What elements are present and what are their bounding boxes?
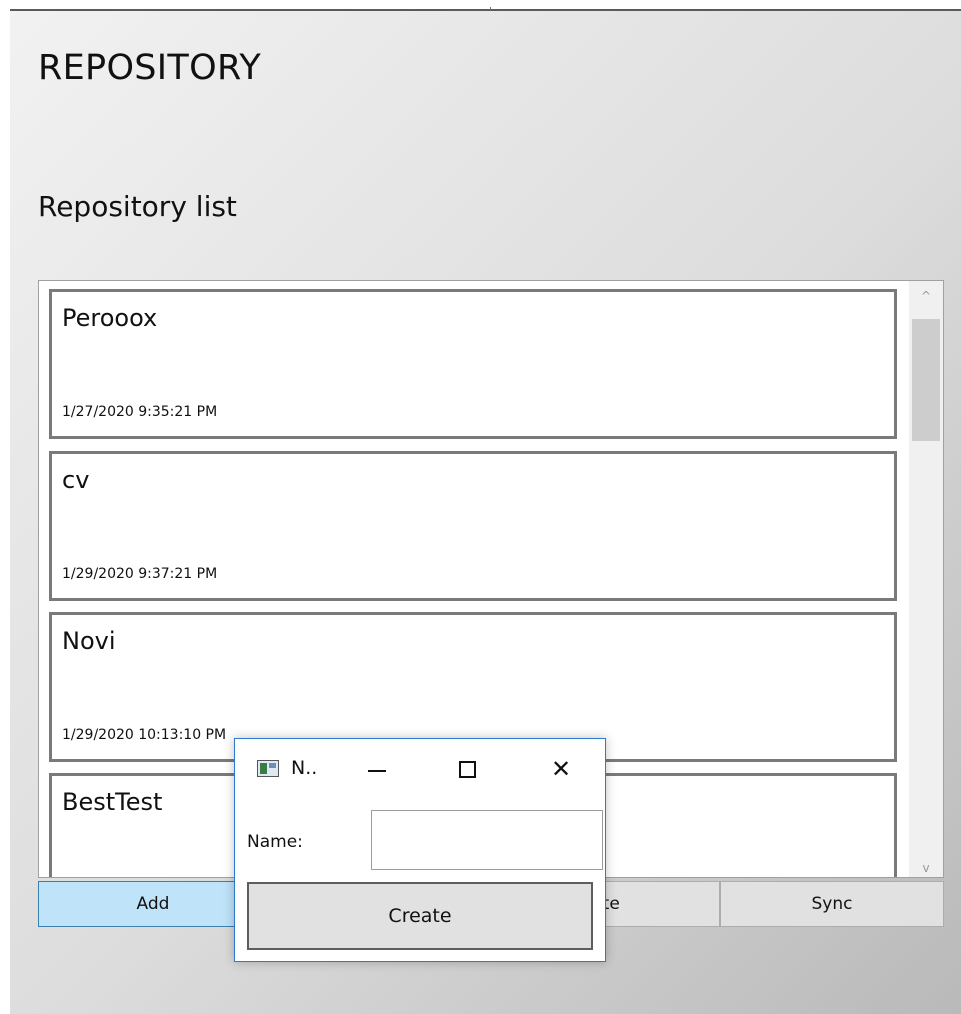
minimize-button[interactable] [355, 749, 399, 789]
app-window-icon [257, 760, 279, 777]
repository-name: Perooox [62, 304, 158, 332]
dialog-titlebar[interactable]: N.. ✕ [235, 739, 605, 799]
create-button[interactable]: Create [247, 882, 593, 950]
repository-item[interactable]: cv 1/29/2020 9:37:21 PM [49, 451, 897, 601]
minimize-icon [368, 770, 386, 772]
scroll-down-arrow-icon[interactable]: v [909, 861, 943, 875]
repository-date: 1/29/2020 10:13:10 PM [62, 727, 227, 743]
maximize-button[interactable] [445, 749, 489, 789]
section-title: Repository list [38, 190, 237, 223]
repository-date: 1/27/2020 9:35:21 PM [62, 404, 218, 420]
repository-item[interactable]: Perooox 1/27/2020 9:35:21 PM [49, 289, 897, 439]
close-button[interactable]: ✕ [539, 749, 583, 789]
page-title: REPOSITORY [38, 48, 262, 88]
repository-name: cv [62, 466, 90, 494]
repository-name: Novi [62, 627, 116, 655]
close-icon: ✕ [550, 755, 572, 783]
scroll-thumb[interactable] [912, 319, 940, 441]
vertical-scrollbar[interactable]: ^ v [909, 281, 943, 877]
dialog-title: N.. [291, 757, 318, 779]
sync-button[interactable]: Sync [720, 881, 944, 927]
name-input[interactable] [371, 810, 603, 870]
new-repository-dialog[interactable]: N.. ✕ Name: Create [234, 738, 606, 962]
repository-name: BestTest [62, 788, 163, 816]
window-top-border [10, 0, 961, 11]
maximize-icon [458, 760, 476, 778]
repository-date: 1/29/2020 9:37:21 PM [62, 566, 218, 582]
name-label: Name: [247, 832, 303, 852]
scroll-up-arrow-icon[interactable]: ^ [909, 289, 943, 303]
